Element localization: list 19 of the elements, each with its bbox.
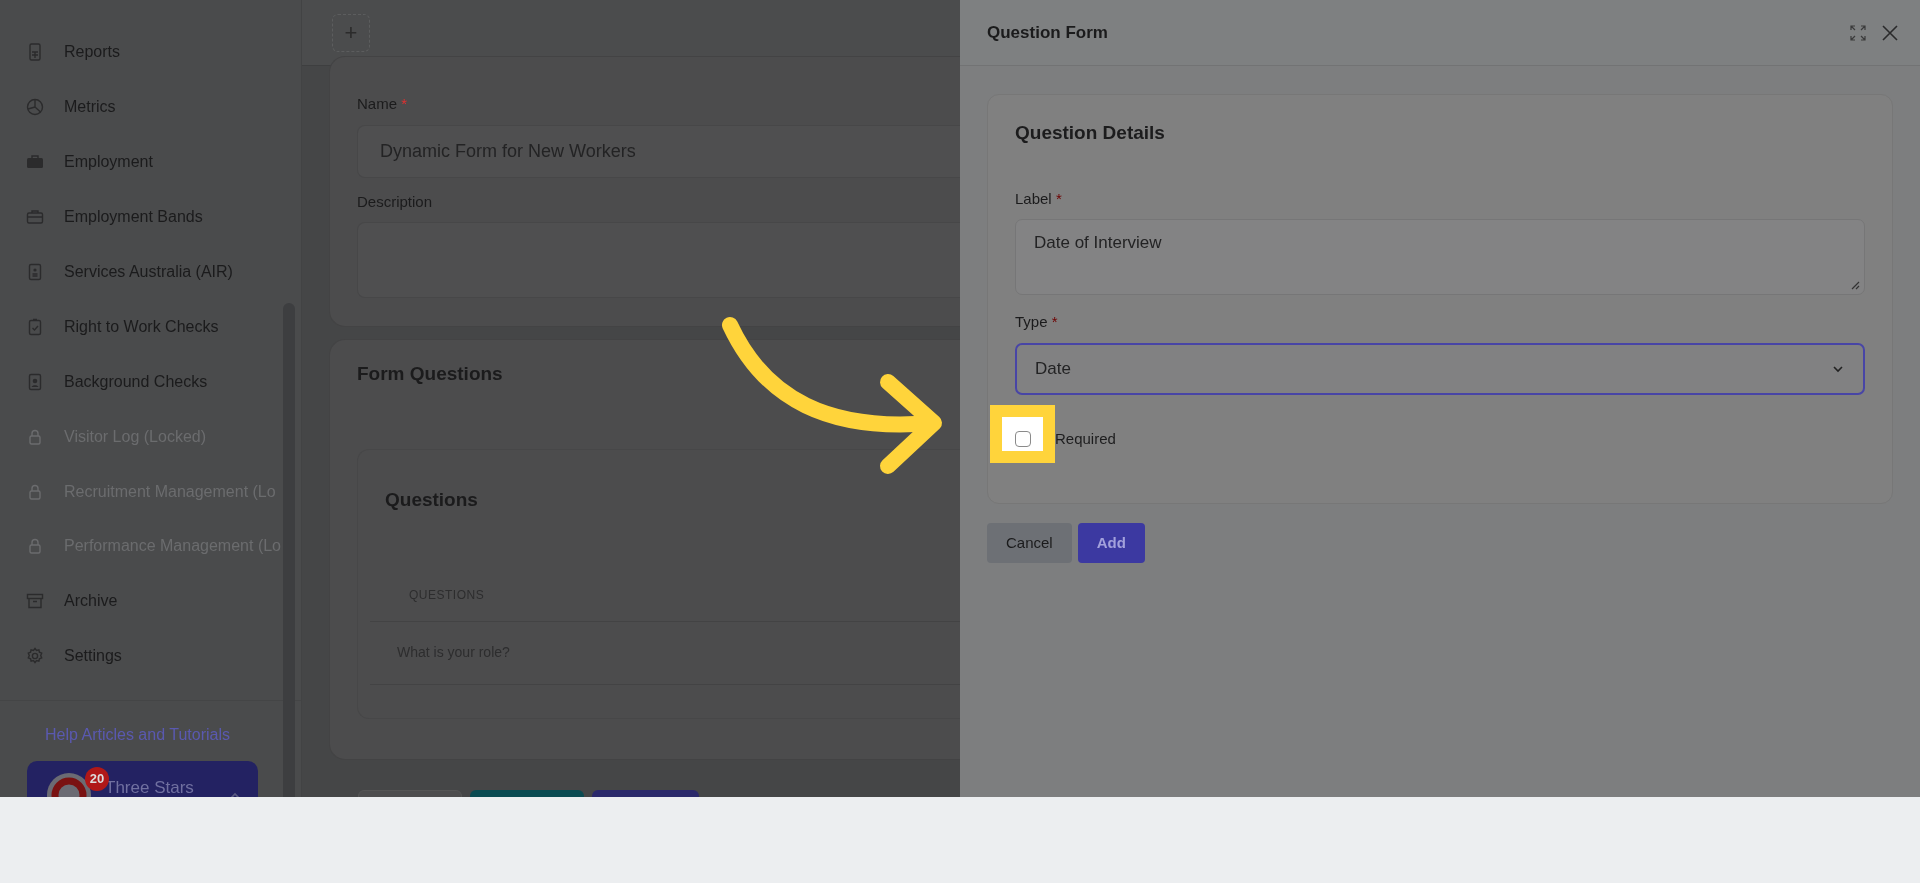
field-label: Label *	[1015, 188, 1063, 209]
section-title: Question Details	[1015, 121, 1166, 145]
notification-badge: 20	[85, 766, 109, 791]
add-button[interactable]: +	[332, 13, 370, 52]
help-link[interactable]: Help Articles and Tutorials	[45, 722, 230, 747]
field-label: Type *	[1015, 312, 1059, 332]
pie-chart-icon	[25, 97, 45, 118]
scrollbar-thumb[interactable]	[283, 303, 295, 797]
close-icon[interactable]	[1882, 24, 1898, 41]
highlight-frame	[990, 405, 1055, 463]
description-field[interactable]	[357, 222, 960, 298]
resize-handle-icon[interactable]	[1850, 280, 1860, 290]
type-select[interactable]: Date	[1015, 342, 1865, 395]
panel-title: Question Form	[987, 21, 1108, 44]
cancel-button[interactable]: Cancel	[987, 523, 1072, 563]
label-field[interactable]: Date of Interview	[1015, 219, 1865, 295]
add-button[interactable]: Add	[1077, 523, 1145, 563]
checkbox-label: Required	[1055, 428, 1116, 449]
expand-icon[interactable]	[1850, 24, 1866, 41]
